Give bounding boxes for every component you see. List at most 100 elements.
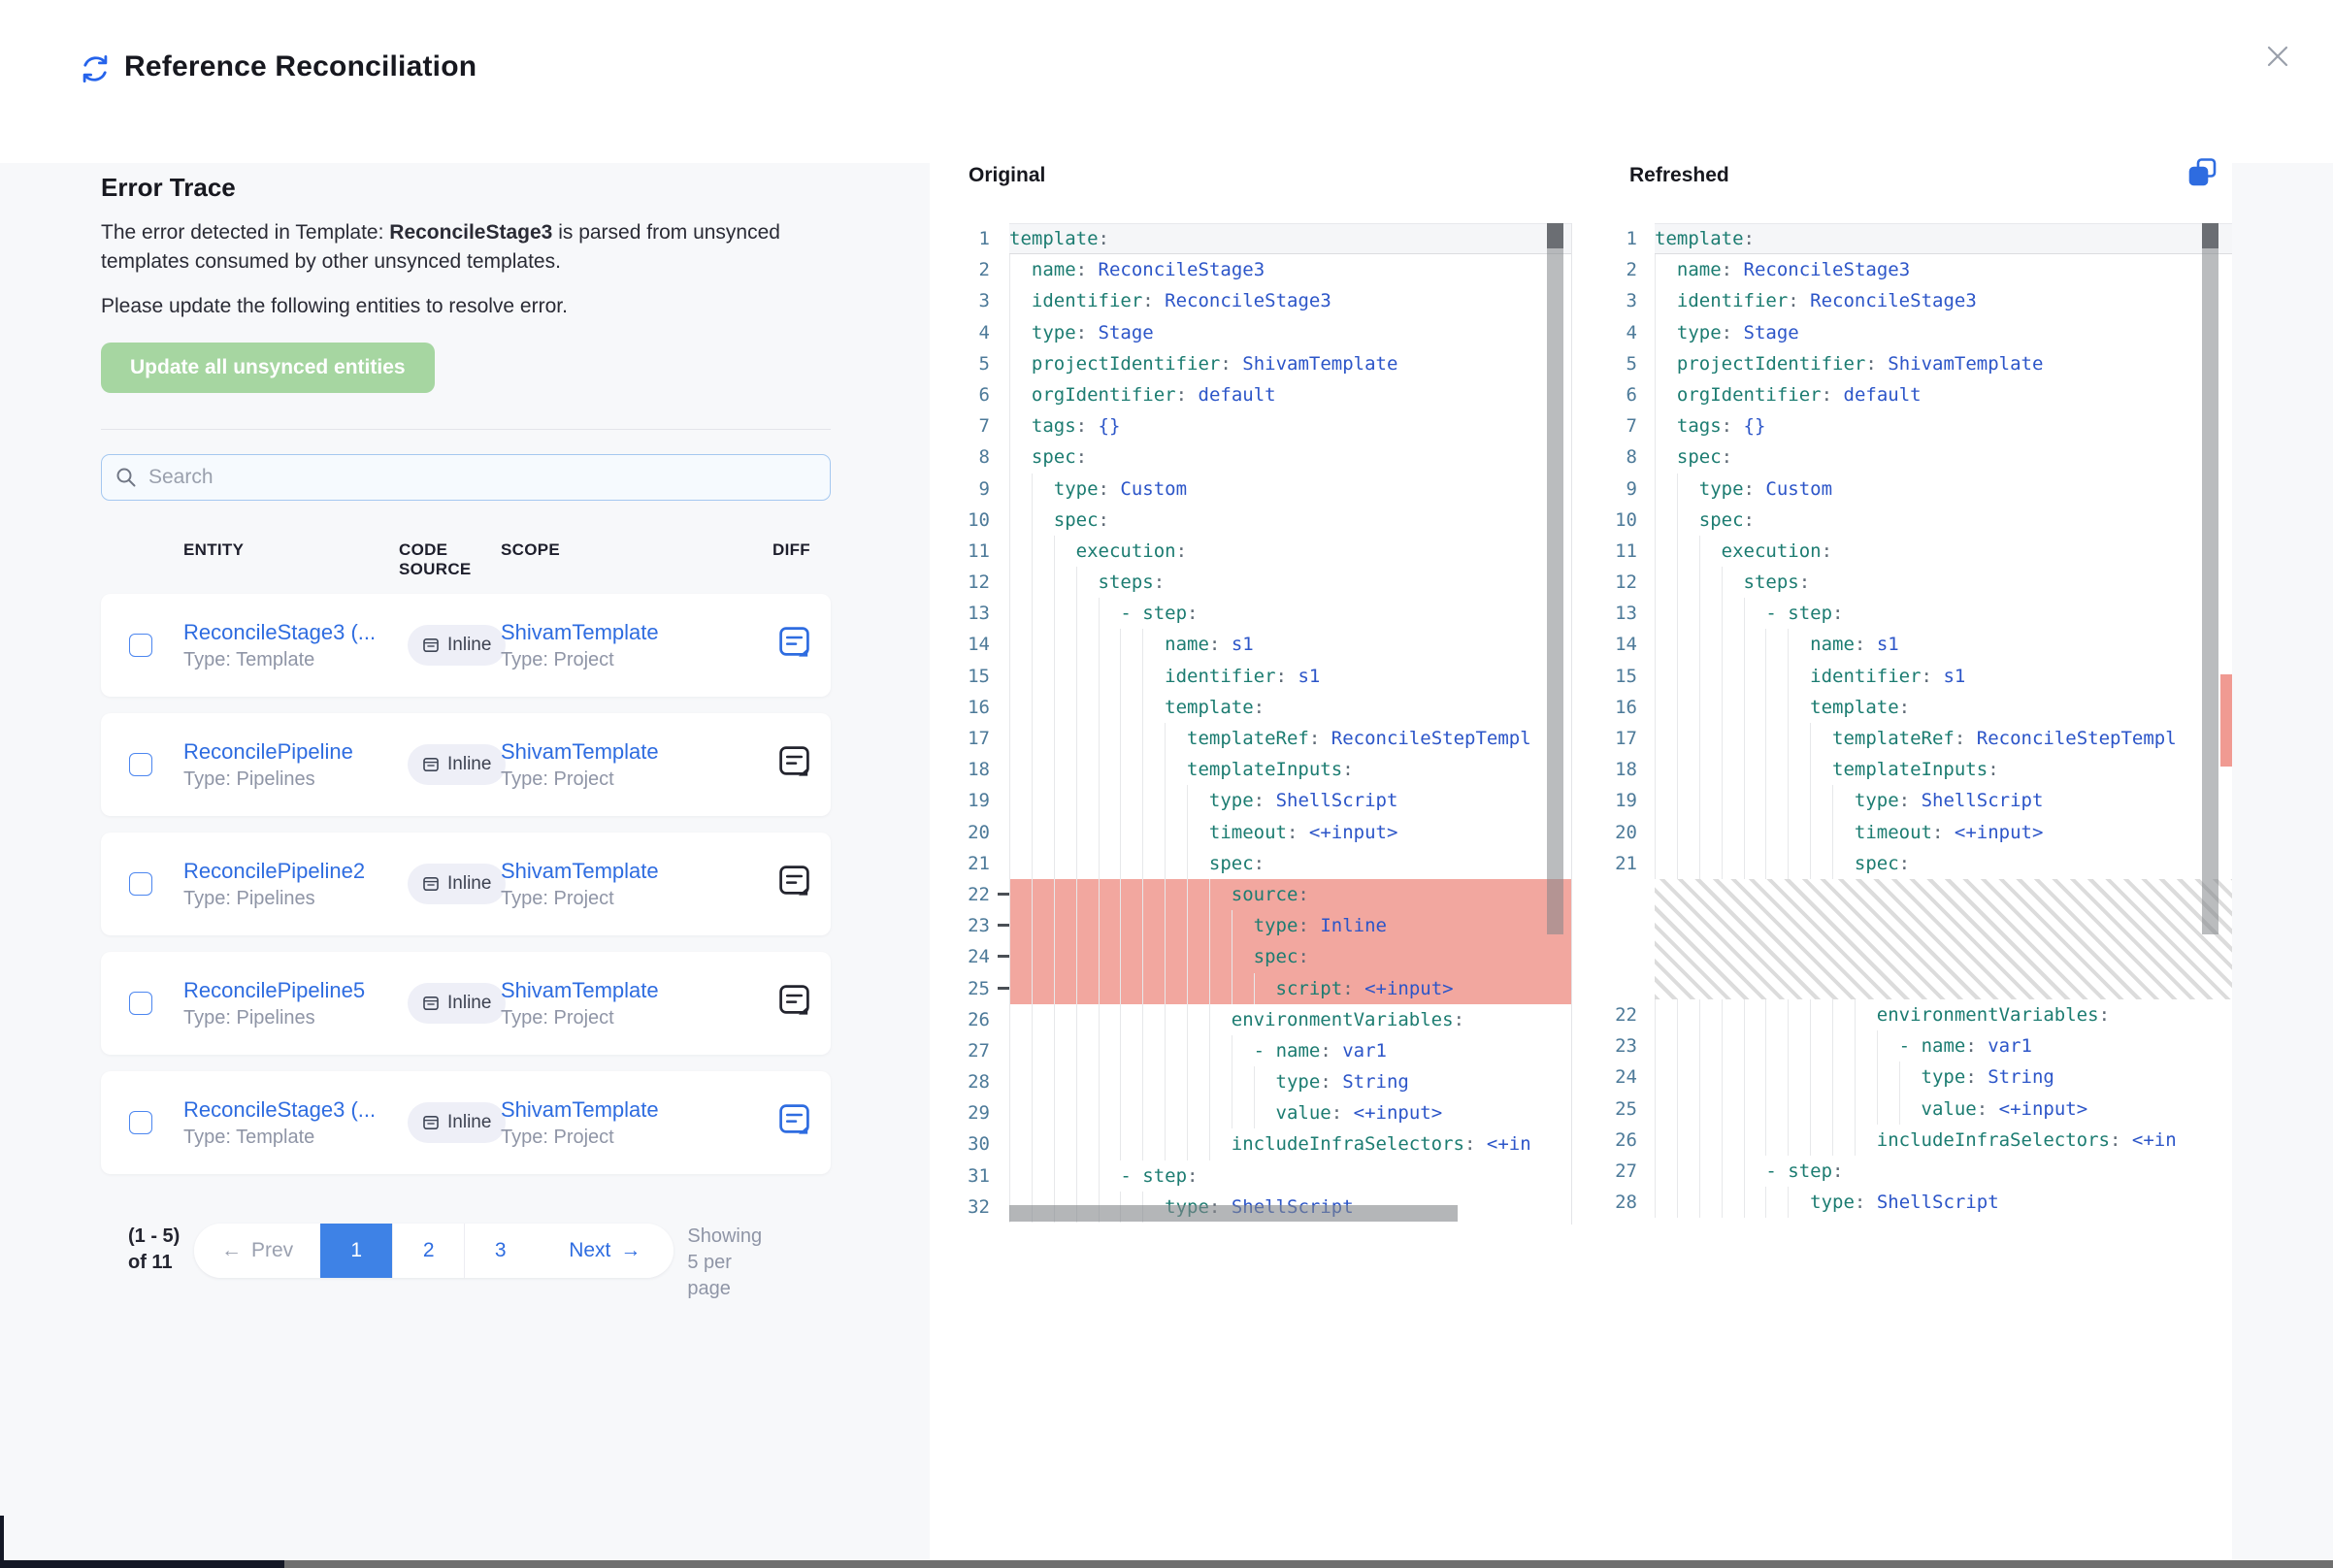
- code-line: 11 execution:: [930, 536, 1571, 567]
- diff-header: Original Refreshed: [930, 163, 2232, 223]
- scope-type: Type: Project: [501, 768, 772, 791]
- diff-icon[interactable]: [779, 746, 809, 778]
- per-page-note: Showing 5 per page: [687, 1224, 776, 1302]
- entity-link[interactable]: ReconcilePipeline: [183, 739, 399, 765]
- entity-link[interactable]: ReconcileStage3 (...: [183, 620, 399, 645]
- refreshed-vertical-scrollbar[interactable]: [2202, 223, 2218, 934]
- code-line: 5 projectIdentifier: ShivamTemplate: [1572, 348, 2232, 379]
- inline-storage-icon: [422, 875, 440, 893]
- page-list: 123: [320, 1224, 536, 1278]
- code-source-cell: Inline: [399, 625, 501, 666]
- diff-cell: [772, 866, 831, 902]
- entity-cell: ReconcileStage3 (... Type: Template: [183, 620, 399, 671]
- table-header: ENTITY CODE SOURCE SCOPE DIFF: [101, 540, 831, 579]
- code-source-label: Inline: [447, 754, 491, 775]
- entity-type: Type: Pipelines: [183, 768, 399, 791]
- scope-cell: ShivamTemplate Type: Project: [501, 620, 772, 671]
- entity-link[interactable]: ReconcilePipeline5: [183, 978, 399, 1003]
- col-code-source: CODE SOURCE: [399, 540, 469, 579]
- entity-link[interactable]: ReconcilePipeline2: [183, 859, 399, 884]
- entity-cell: ReconcilePipeline Type: Pipelines: [183, 739, 399, 791]
- original-vertical-scrollbar[interactable]: [1547, 223, 1563, 934]
- code-line: 17 templateRef: ReconcileStepTempl: [930, 723, 1571, 754]
- code-source-badge: Inline: [408, 983, 506, 1024]
- code-line: 3 identifier: ReconcileStage3: [1572, 285, 2232, 316]
- code-line: 19 type: ShellScript: [1572, 785, 2232, 816]
- code-line: 25 script: <+input>: [930, 973, 1571, 1004]
- scope-link[interactable]: ShivamTemplate: [501, 859, 772, 884]
- row-checkbox[interactable]: [129, 634, 152, 657]
- row-checkbox[interactable]: [129, 1111, 152, 1134]
- update-all-unsynced-button[interactable]: Update all unsynced entities: [101, 343, 435, 393]
- code-source-cell: Inline: [399, 1102, 501, 1143]
- code-line: 12 steps:: [930, 567, 1571, 598]
- table-row: ReconcilePipeline Type: Pipelines Inline…: [101, 713, 831, 816]
- page-button-1[interactable]: 1: [320, 1224, 392, 1278]
- code-line: 23 - name: var1: [1572, 1030, 2232, 1062]
- table-row: ReconcileStage3 (... Type: Template Inli…: [101, 1071, 831, 1174]
- scope-cell: ShivamTemplate Type: Project: [501, 1097, 772, 1149]
- copy-icon[interactable]: [2187, 157, 2218, 188]
- background-page-strip-gray: [284, 1560, 2333, 1568]
- code-line: 11 execution:: [1572, 536, 2232, 567]
- code-line: 3 identifier: ReconcileStage3: [930, 285, 1571, 316]
- diff-icon[interactable]: [779, 866, 809, 898]
- code-line: 9 type: Custom: [1572, 474, 2232, 505]
- code-line: 21 spec:: [1572, 848, 2232, 879]
- diff-code-area: 1template:2 name: ReconcileStage33 ident…: [930, 223, 2232, 1225]
- entity-type: Type: Pipelines: [183, 1007, 399, 1029]
- code-line: 10 spec:: [1572, 505, 2232, 536]
- page-title: Reference Reconciliation: [124, 50, 476, 83]
- reconcile-refresh-icon: [80, 53, 111, 84]
- next-page-button[interactable]: Next→: [536, 1224, 674, 1278]
- scope-link[interactable]: ShivamTemplate: [501, 1097, 772, 1123]
- code-line: 10 spec:: [930, 505, 1571, 536]
- refreshed-code: 1template:2 name: ReconcileStage33 ident…: [1572, 223, 2232, 1218]
- error-trace-panel: Error Trace The error detected in Templa…: [101, 163, 831, 1302]
- search-input[interactable]: [147, 465, 816, 490]
- modal-header: Reference Reconciliation: [0, 0, 2333, 163]
- code-line: 30 includeInfraSelectors: <+in: [930, 1128, 1571, 1160]
- scope-link[interactable]: ShivamTemplate: [501, 620, 772, 645]
- code-line: 22 environmentVariables:: [1572, 999, 2232, 1030]
- diff-icon[interactable]: [779, 985, 809, 1017]
- page-button-2[interactable]: 2: [392, 1224, 464, 1278]
- diff-cell: [772, 746, 831, 783]
- original-title: Original: [969, 164, 1045, 187]
- scope-type: Type: Project: [501, 1127, 772, 1149]
- code-line: 15 identifier: s1: [930, 661, 1571, 692]
- code-line: 28 type: ShellScript: [1572, 1187, 2232, 1218]
- code-line: 18 templateInputs:: [1572, 754, 2232, 785]
- code-source-label: Inline: [447, 873, 491, 895]
- code-line: 8 spec:: [1572, 441, 2232, 473]
- scope-type: Type: Project: [501, 1007, 772, 1029]
- code-line: 25 value: <+input>: [1572, 1094, 2232, 1125]
- row-checkbox[interactable]: [129, 992, 152, 1015]
- code-line: 4 type: Stage: [1572, 317, 2232, 348]
- diff-icon[interactable]: [779, 627, 809, 659]
- pagination-pill: ←Prev 123 Next→: [194, 1224, 674, 1278]
- close-icon[interactable]: [2261, 40, 2294, 73]
- code-line: 2 name: ReconcileStage3: [930, 254, 1571, 285]
- refreshed-code-pane[interactable]: 1template:2 name: ReconcileStage33 ident…: [1572, 223, 2232, 1225]
- code-source-cell: Inline: [399, 744, 501, 785]
- page-button-3[interactable]: 3: [464, 1224, 536, 1278]
- row-checkbox[interactable]: [129, 872, 152, 896]
- original-code-pane[interactable]: 1template:2 name: ReconcileStage33 ident…: [930, 223, 1572, 1225]
- diff-icon[interactable]: [779, 1104, 809, 1136]
- entity-cell: ReconcileStage3 (... Type: Template: [183, 1097, 399, 1149]
- prev-page-button[interactable]: ←Prev: [194, 1224, 320, 1278]
- scope-link[interactable]: ShivamTemplate: [501, 739, 772, 765]
- code-line: 4 type: Stage: [930, 317, 1571, 348]
- entity-link[interactable]: ReconcileStage3 (...: [183, 1097, 399, 1123]
- code-line: 16 template:: [1572, 692, 2232, 723]
- code-line: 7 tags: {}: [930, 410, 1571, 441]
- code-line: 13 - step:: [930, 598, 1571, 629]
- row-checkbox[interactable]: [129, 753, 152, 776]
- code-line: 7 tags: {}: [1572, 410, 2232, 441]
- original-horizontal-scrollbar[interactable]: [1009, 1205, 1458, 1222]
- scope-link[interactable]: ShivamTemplate: [501, 978, 772, 1003]
- code-line: 1template:: [930, 223, 1571, 254]
- code-line: 5 projectIdentifier: ShivamTemplate: [930, 348, 1571, 379]
- diff-cell: [772, 627, 831, 664]
